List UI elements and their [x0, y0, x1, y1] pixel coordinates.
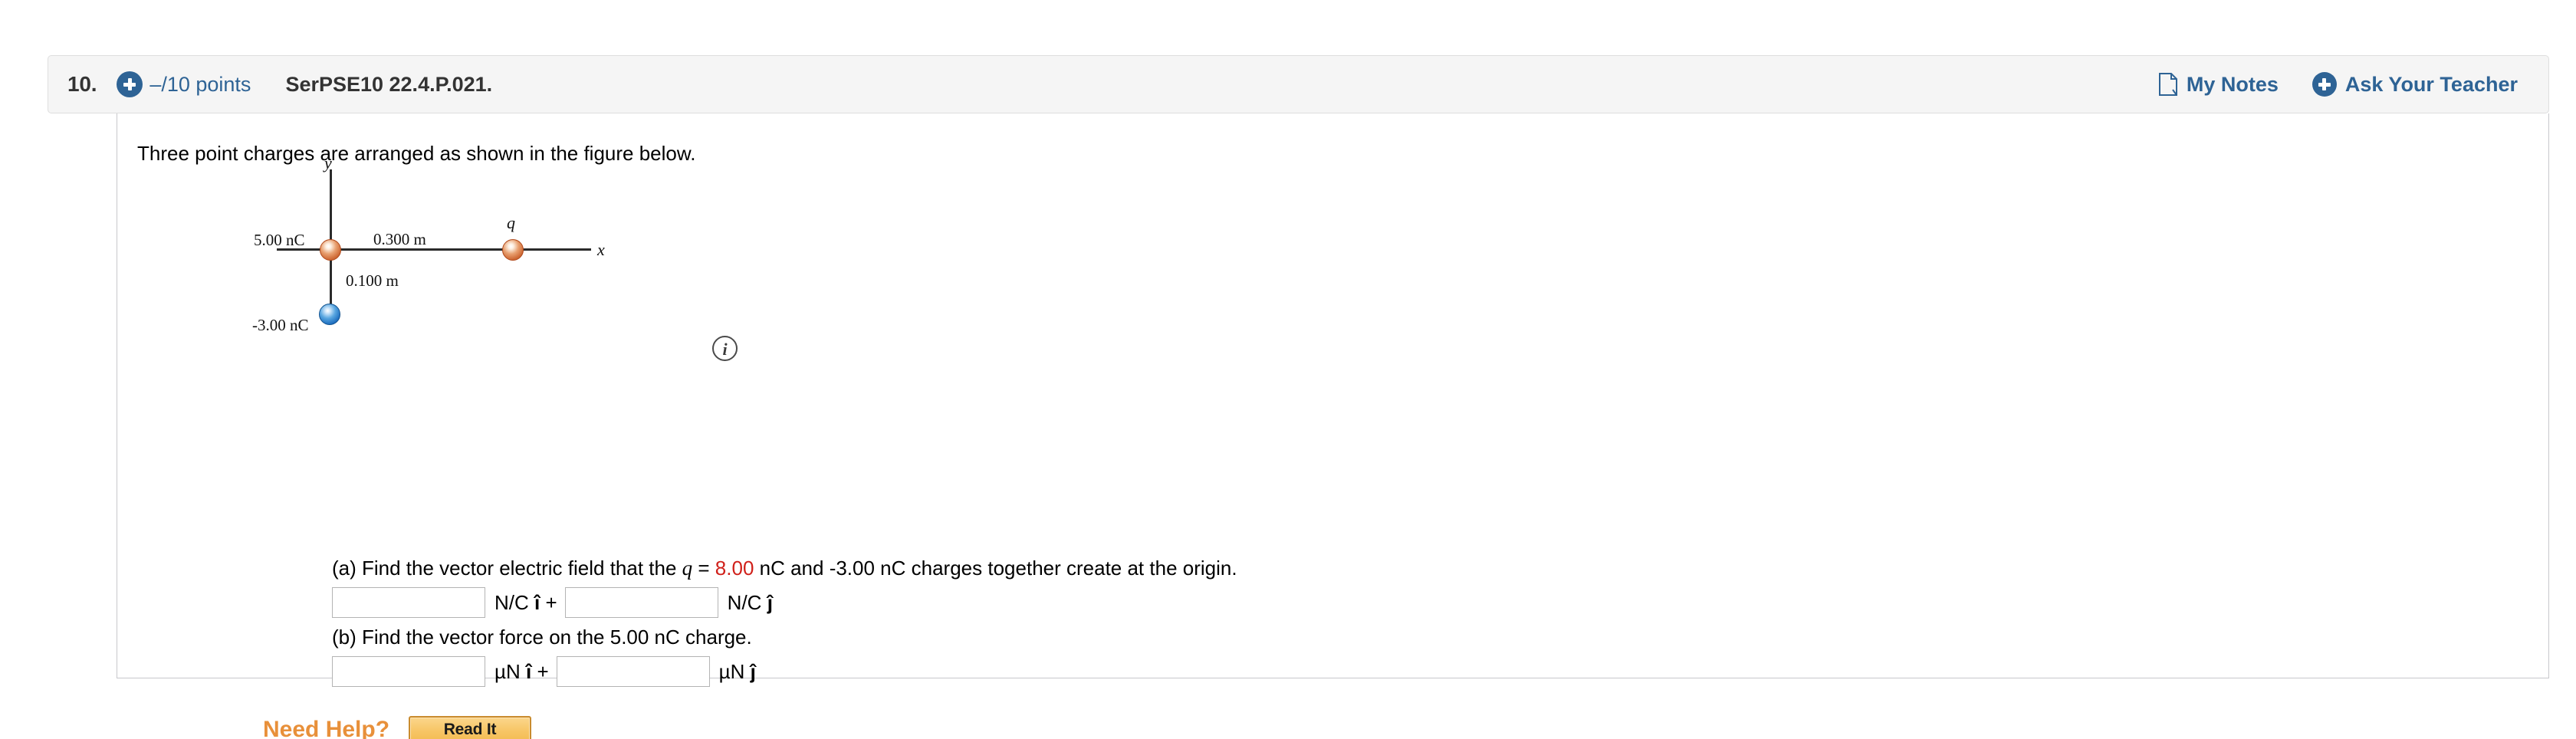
- part-a-plus: +: [545, 590, 557, 614]
- question-header-left: 10. –/10 points SerPSE10 22.4.P.021.: [48, 71, 492, 97]
- part-a-equals: =: [692, 557, 715, 580]
- note-page-icon: [2158, 73, 2177, 96]
- part-b-j-hat: ĵ: [750, 659, 756, 683]
- part-a-prompt-before: (a) Find the vector electric field that …: [332, 557, 682, 580]
- part-a-prompt: (a) Find the vector electric field that …: [332, 557, 1237, 580]
- part-a-highlight-value: 8.00: [715, 557, 754, 580]
- page-root: 10. –/10 points SerPSE10 22.4.P.021. My …: [0, 0, 2576, 739]
- part-a-j-hat: ĵ: [767, 590, 773, 614]
- part-b-prompt: (b) Find the vector force on the 5.00 nC…: [332, 626, 752, 649]
- positive-charge-origin: [320, 239, 341, 261]
- info-icon[interactable]: i: [712, 336, 738, 361]
- part-a-unit-j-text: N/C: [727, 590, 762, 614]
- charge-left-label: 5.00 nC: [254, 231, 305, 249]
- distance-horizontal-label: 0.300 m: [373, 230, 426, 248]
- need-help-section: Need Help? Read It: [263, 716, 532, 739]
- question-number: 10.: [67, 72, 97, 96]
- part-a-i-hat: î: [534, 590, 540, 614]
- my-notes-label: My Notes: [2186, 72, 2279, 96]
- part-b-plus: +: [537, 659, 549, 683]
- negative-charge: [319, 304, 340, 325]
- part-b-unit-i-text: µN: [495, 659, 521, 683]
- ask-your-teacher-button[interactable]: Ask Your Teacher: [2312, 72, 2518, 97]
- part-a-answer-row: N/C î + N/C ĵ: [332, 587, 1237, 618]
- part-b-unit-j: µN ĵ: [719, 660, 756, 684]
- charge-bottom-label: -3.00 nC: [252, 316, 309, 334]
- plus-circle-icon: [2312, 72, 2337, 97]
- question-header: 10. –/10 points SerPSE10 22.4.P.021. My …: [48, 55, 2549, 113]
- distance-vertical-label: 0.100 m: [346, 271, 399, 290]
- part-a-prompt-after: nC and -3.00 nC charges together create …: [754, 557, 1237, 580]
- part-b-answer-row: µN î + µN ĵ: [332, 656, 764, 687]
- part-a: (a) Find the vector electric field that …: [332, 557, 1237, 618]
- points-label: –/10 points: [150, 72, 251, 96]
- part-b-unit-j-text: µN: [718, 659, 745, 683]
- part-b: (b) Find the vector force on the 5.00 nC…: [332, 626, 764, 687]
- need-help-label: Need Help?: [263, 717, 390, 739]
- part-b-input-j[interactable]: [556, 656, 710, 687]
- question-code: SerPSE10 22.4.P.021.: [285, 72, 493, 96]
- y-axis-label: y: [324, 153, 332, 172]
- question-header-actions: My Notes Ask Your Teacher: [2158, 72, 2548, 97]
- question-body: Three point charges are arranged as show…: [117, 113, 2549, 739]
- x-axis-label: x: [597, 240, 605, 259]
- part-a-variable: q: [682, 557, 693, 580]
- part-b-i-hat: î: [526, 659, 532, 683]
- part-a-unit-i: N/C î +: [495, 591, 557, 615]
- my-notes-button[interactable]: My Notes: [2158, 73, 2279, 97]
- intro-text: Three point charges are arranged as show…: [137, 142, 696, 165]
- positive-charge-q: [502, 239, 524, 261]
- plus-circle-icon[interactable]: [117, 71, 143, 97]
- part-a-unit-j: N/C ĵ: [728, 591, 773, 615]
- charge-q-label: q: [507, 213, 515, 232]
- ask-your-teacher-label: Ask Your Teacher: [2344, 72, 2518, 96]
- part-b-input-i[interactable]: [332, 656, 485, 687]
- part-a-unit-i-text: N/C: [495, 590, 529, 614]
- part-a-input-i[interactable]: [332, 587, 485, 618]
- part-b-unit-i: µN î +: [495, 660, 549, 684]
- part-a-input-j[interactable]: [564, 587, 718, 618]
- read-it-button[interactable]: Read It: [409, 716, 532, 739]
- three-point-charges-diagram: y x q 5.00 nC 0.300 m 0.100 m -3.00 nC i: [252, 153, 775, 361]
